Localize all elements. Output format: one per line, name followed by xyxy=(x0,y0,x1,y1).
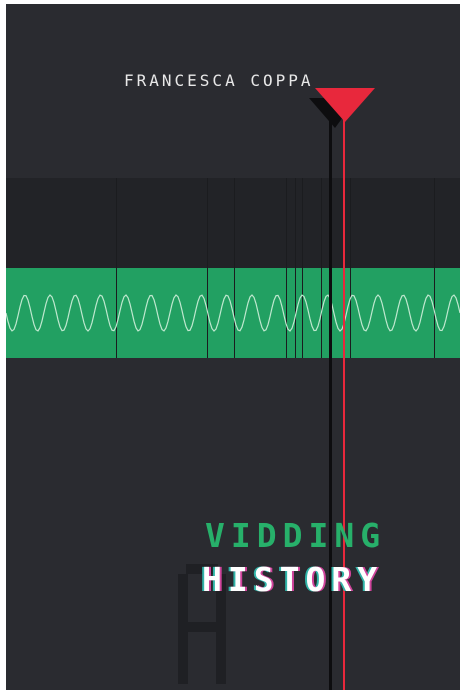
title-line-1: VIDDING xyxy=(205,516,387,555)
video-track xyxy=(6,178,460,268)
playhead-shadow xyxy=(329,104,332,690)
waveform-icon xyxy=(6,294,460,332)
author-name: FRANCESCA COPPA xyxy=(124,71,314,90)
title-line-2: HISTORY xyxy=(202,560,384,599)
playhead-line xyxy=(343,104,345,690)
playhead-marker-icon[interactable] xyxy=(309,88,379,134)
book-cover: FRANCESCA COPPA VIDDING HISTORY xyxy=(6,4,460,690)
